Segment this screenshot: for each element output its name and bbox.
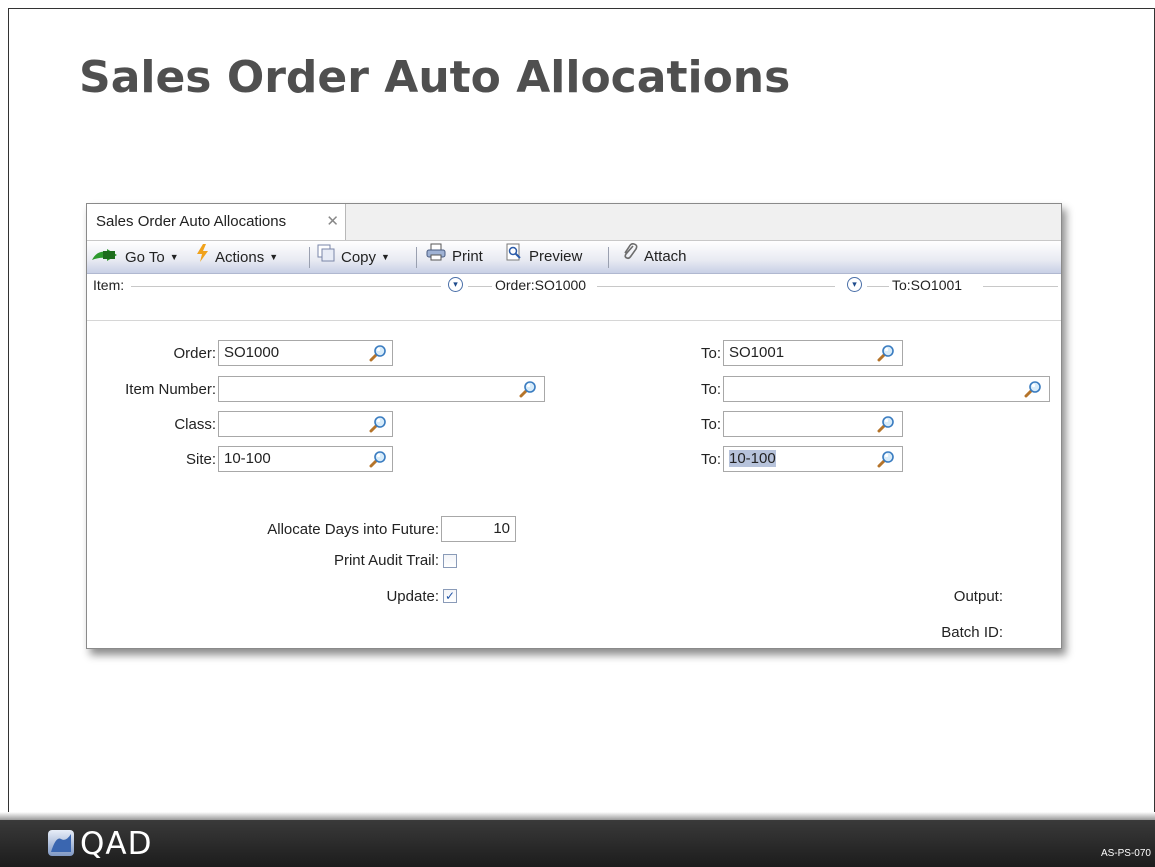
divider (87, 320, 1061, 321)
header-to-label: To:SO1001 (892, 277, 966, 293)
class-to-label: To: (700, 416, 721, 433)
qad-logo-text: QAD (80, 826, 153, 862)
header-order-label: Order:SO1000 (495, 277, 590, 293)
class-to-lookup-icon[interactable] (877, 415, 895, 433)
toolbar-separator (309, 247, 310, 268)
printer-icon (426, 241, 446, 273)
toolbar-separator (608, 247, 609, 268)
site-to-label: To: (700, 451, 721, 468)
tab-strip: Sales Order Auto Allocations ✕ (87, 204, 1061, 241)
actions-bolt-icon (195, 242, 209, 274)
class-to-field[interactable] (723, 411, 903, 437)
tab-sales-order-auto-allocations[interactable]: Sales Order Auto Allocations ✕ (87, 204, 346, 240)
app-window: Sales Order Auto Allocations ✕ Go To ▼ Ac… (86, 203, 1062, 649)
tab-close-icon[interactable]: ✕ (326, 204, 339, 240)
actions-button[interactable]: Actions ▼ (195, 241, 278, 273)
header-rule (597, 286, 835, 287)
slide-code: AS-PS-070 (1100, 848, 1151, 859)
order-from-lookup-icon[interactable] (369, 344, 387, 362)
item-from-lookup-icon[interactable] (519, 380, 537, 398)
footer-bar (0, 820, 1155, 867)
header-item-label: Item: (93, 277, 128, 293)
order-label: Order: (173, 345, 216, 362)
order-from-field[interactable]: SO1000 (218, 340, 393, 366)
print-button[interactable]: Print (426, 241, 483, 273)
order-to-label: To: (700, 345, 721, 362)
actions-dropdown-icon: ▼ (269, 252, 279, 262)
output-label: Output: (953, 588, 1003, 605)
paperclip-icon (622, 241, 638, 273)
goto-arrow-icon (91, 242, 119, 274)
print-audit-trail-label: Print Audit Trail: (333, 552, 439, 569)
item-to-label: To: (700, 381, 721, 398)
preview-icon (505, 241, 523, 273)
item-to-lookup-icon[interactable] (1024, 380, 1042, 398)
preview-button[interactable]: Preview (505, 241, 582, 273)
order-to-field[interactable]: SO1001 (723, 340, 903, 366)
item-number-label: Item Number: (125, 381, 216, 398)
toolbar: Go To ▼ Actions ▼ Copy ▼ Print Preview A… (87, 241, 1061, 274)
goto-dropdown-icon: ▼ (169, 252, 179, 262)
header-rule (983, 286, 1058, 287)
item-number-from-field[interactable] (218, 376, 545, 402)
print-audit-trail-checkbox[interactable] (443, 554, 457, 568)
site-to-lookup-icon[interactable] (877, 450, 895, 468)
update-checkbox[interactable]: ✓ (443, 589, 457, 603)
site-label: Site: (185, 451, 216, 468)
header-rule (468, 286, 492, 287)
header-rule (867, 286, 889, 287)
site-to-field[interactable]: 10-100 (723, 446, 903, 472)
goto-button[interactable]: Go To ▼ (91, 241, 179, 273)
collapsible-header: Item: ▾ Order:SO1000 ▾ To:SO1001 (87, 274, 1061, 296)
tab-label: Sales Order Auto Allocations (96, 213, 287, 230)
class-from-lookup-icon[interactable] (369, 415, 387, 433)
allocate-days-label: Allocate Days into Future: (267, 521, 439, 538)
expand-order-icon[interactable]: ▾ (847, 277, 862, 292)
qad-logo-icon (48, 830, 74, 856)
class-label: Class: (174, 416, 216, 433)
header-rule (131, 286, 441, 287)
item-number-to-field[interactable] (723, 376, 1050, 402)
site-from-lookup-icon[interactable] (369, 450, 387, 468)
batch-id-label: Batch ID: (941, 624, 1003, 641)
expand-item-icon[interactable]: ▾ (448, 277, 463, 292)
toolbar-separator (416, 247, 417, 268)
attach-button[interactable]: Attach (622, 241, 687, 273)
allocate-days-field[interactable]: 10 (441, 516, 516, 542)
copy-icon (317, 242, 335, 274)
site-from-field[interactable]: 10-100 (218, 446, 393, 472)
footer-fade (0, 812, 1155, 820)
copy-button[interactable]: Copy ▼ (317, 241, 390, 273)
update-label: Update: (386, 588, 439, 605)
order-to-lookup-icon[interactable] (877, 344, 895, 362)
slide-title: Sales Order Auto Allocations (79, 52, 791, 103)
copy-dropdown-icon: ▼ (381, 252, 390, 262)
class-from-field[interactable] (218, 411, 393, 437)
